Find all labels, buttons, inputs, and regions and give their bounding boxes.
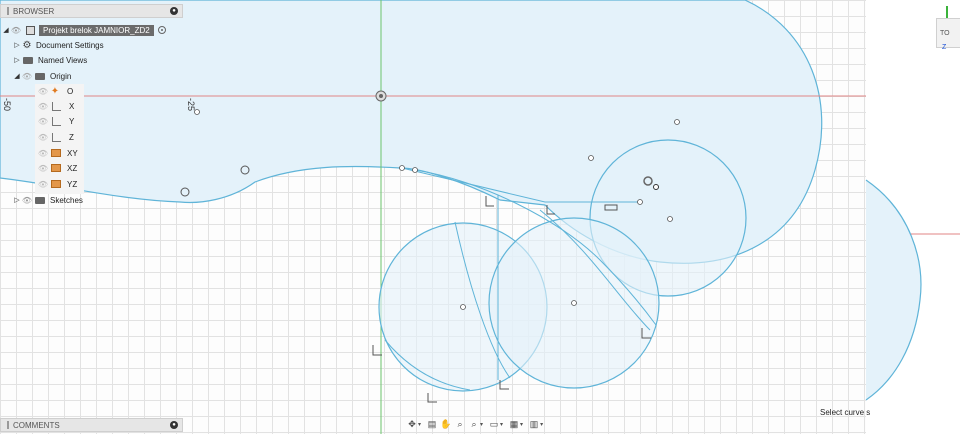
fit-button[interactable]: ⌕ ▾ [468, 419, 486, 430]
look-at-icon: ▤ [427, 418, 437, 429]
origin-item-o[interactable]: 👁 ✦ O [37, 84, 73, 98]
sketch-point [412, 167, 418, 173]
collapse-triangle-icon[interactable]: ◢ [2, 26, 10, 34]
viewports-icon: ▥ [529, 418, 539, 429]
expand-triangle-icon[interactable]: ▷ [13, 56, 21, 64]
browser-header[interactable]: BROWSER ● [0, 4, 183, 18]
look-at-button[interactable]: ▤ [426, 419, 438, 430]
view-cube[interactable]: TO [936, 18, 960, 48]
sketch-point [571, 300, 577, 306]
gear-icon: ⚙ [22, 39, 32, 51]
sketch-point [460, 304, 466, 310]
eye-icon[interactable]: 👁 [37, 180, 49, 189]
eye-icon[interactable]: 👁 [37, 164, 49, 173]
origin-item-xy[interactable]: 👁 XY [37, 146, 78, 160]
plane-icon [51, 149, 61, 157]
chevron-down-icon[interactable]: ▾ [480, 421, 483, 428]
folder-icon [35, 196, 45, 204]
orbit-icon: ✥ [408, 418, 416, 429]
plane-icon [51, 180, 61, 188]
browser-item-origin[interactable]: ◢ 👁 Origin [13, 69, 71, 83]
origin-point-icon: ✦ [50, 85, 60, 97]
grid-settings-icon: ▦ [509, 418, 519, 429]
eye-icon[interactable]: 👁 [37, 133, 49, 142]
viewports-button[interactable]: ▥ ▾ [528, 419, 546, 430]
fit-icon: ⌕ [471, 418, 477, 429]
navigation-toolbar: ✥ ▾ ▤ ✋ ⌕ ⌕ ▾ ▭ ▾ ▦ ▾ ▥ ▾ [406, 417, 562, 431]
browser-root[interactable]: ◢ 👁 Projekt brelok JAMNIOR_ZD2 [2, 23, 166, 37]
sketch-canvas[interactable]: -50 -25 [0, 0, 960, 434]
view-cube-z-label: Z [942, 44, 947, 51]
expand-triangle-icon[interactable]: ▷ [13, 196, 21, 204]
grid-settings-button[interactable]: ▦ ▾ [508, 419, 526, 430]
browser-item-label: Sketches [50, 195, 83, 205]
sketch-point [588, 155, 594, 161]
browser-item-document-settings[interactable]: ▷ ⚙ Document Settings [13, 38, 104, 52]
origin-item-yz[interactable]: 👁 YZ [37, 177, 77, 191]
origin-item-y[interactable]: 👁 Y [37, 114, 74, 128]
display-settings-icon: ▭ [489, 418, 499, 429]
activate-radio-icon[interactable] [157, 26, 166, 34]
origin-item-z[interactable]: 👁 Z [37, 130, 74, 144]
sketch-point [674, 119, 680, 125]
zoom-icon: ⌕ [457, 418, 463, 429]
eye-icon[interactable]: 👁 [10, 26, 22, 35]
comments-header[interactable]: COMMENTS ● [0, 418, 183, 432]
axis-icon [52, 132, 61, 142]
root-component-label[interactable]: Projekt brelok JAMNIOR_ZD2 [39, 24, 154, 36]
comments-title: COMMENTS [13, 420, 60, 430]
eye-icon[interactable]: 👁 [21, 196, 33, 205]
plane-icon [51, 164, 61, 172]
eye-icon[interactable]: 👁 [37, 102, 49, 111]
chevron-down-icon[interactable]: ▾ [520, 421, 523, 428]
eye-icon[interactable]: 👁 [37, 117, 49, 126]
close-icon[interactable]: ● [170, 421, 178, 429]
pan-button[interactable]: ✋ [440, 419, 452, 430]
orbit-button[interactable]: ✥ ▾ [406, 419, 424, 430]
browser-item-label: Document Settings [36, 40, 104, 50]
chevron-down-icon[interactable]: ▾ [418, 421, 421, 428]
folder-icon [23, 56, 33, 64]
chevron-down-icon[interactable]: ▾ [500, 421, 503, 428]
origin-item-xz[interactable]: 👁 XZ [37, 161, 77, 175]
collapse-triangle-icon[interactable]: ◢ [13, 72, 21, 80]
ruler-label: -50 [2, 98, 12, 112]
origin-item-x[interactable]: 👁 X [37, 99, 74, 113]
browser-item-label: Named Views [38, 55, 88, 65]
right-viewport [865, 0, 960, 434]
browser-item-named-views[interactable]: ▷ Named Views [13, 53, 87, 67]
eye-icon[interactable]: 👁 [21, 72, 33, 81]
pan-icon: ✋ [440, 418, 452, 429]
ruler-label: -25 [186, 98, 196, 112]
status-prompt: Select curve s [820, 408, 871, 417]
axis-icon [52, 101, 61, 111]
chevron-down-icon[interactable]: ▾ [540, 421, 543, 428]
eye-icon[interactable]: 👁 [37, 87, 49, 96]
sketch-point [667, 216, 673, 222]
zoom-button[interactable]: ⌕ [454, 419, 466, 430]
component-icon [26, 25, 35, 35]
sketch-point [637, 199, 643, 205]
browser-title: BROWSER [13, 6, 55, 16]
expand-triangle-icon[interactable]: ▷ [13, 41, 21, 49]
axis-icon [52, 116, 61, 126]
sketch-point [399, 165, 405, 171]
sketch-geometry[interactable] [0, 0, 960, 434]
close-icon[interactable]: ● [170, 7, 178, 15]
display-settings-button[interactable]: ▭ ▾ [488, 419, 506, 430]
folder-icon [35, 72, 45, 80]
browser-item-label: Origin [50, 71, 72, 81]
eye-icon[interactable]: 👁 [37, 149, 49, 158]
browser-item-sketches[interactable]: ▷ 👁 Sketches [13, 193, 83, 207]
